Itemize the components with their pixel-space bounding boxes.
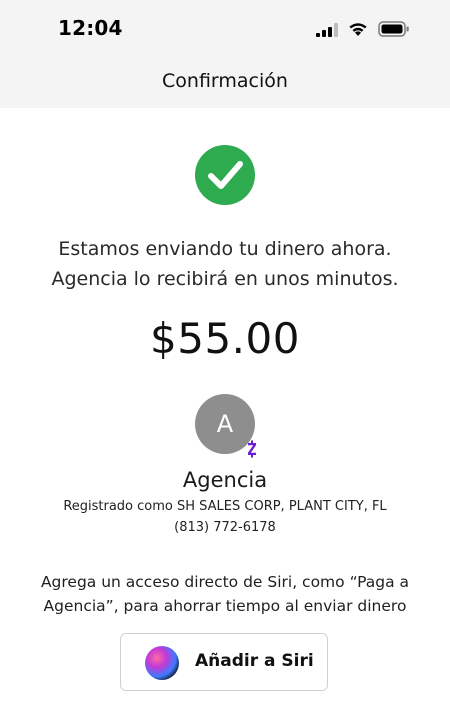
check-circle-icon <box>195 145 255 205</box>
top-header-area: 12:04 Confirmación <box>0 0 450 108</box>
confirmation-message-line1: Estamos enviando tu dinero ahora. <box>58 238 392 260</box>
avatar-initial: A <box>216 410 234 438</box>
status-time: 12:04 <box>58 16 123 40</box>
add-to-siri-button[interactable]: Añadir a Siri <box>120 633 328 691</box>
recipient-registration: Registrado como SH SALES CORP, PLANT CIT… <box>63 499 387 514</box>
recipient-phone: (813) 772-6178 <box>174 520 276 535</box>
amount-sent: $55.00 <box>150 314 300 363</box>
cellular-signal-icon <box>316 23 338 37</box>
siri-shortcut-prompt: Agrega un acceso directo de Siri, como “… <box>0 570 450 618</box>
zelle-icon <box>248 440 256 458</box>
siri-prompt-line1: Agrega un acceso directo de Siri, como “… <box>40 573 410 591</box>
page-title: Confirmación <box>162 70 288 92</box>
siri-prompt-line2: Agencia”, para ahorrar tiempo al enviar … <box>43 597 407 615</box>
confirmation-message-line2: Agencia lo recibirá en unos minutos. <box>51 268 399 290</box>
siri-icon <box>145 646 179 680</box>
recipient-name: Agencia <box>182 468 268 492</box>
add-to-siri-label: Añadir a Siri <box>195 651 314 671</box>
confirmation-message: Estamos enviando tu dinero ahora. Agenci… <box>0 234 450 294</box>
wifi-icon <box>349 23 367 36</box>
status-bar: 12:04 <box>0 0 450 60</box>
battery-icon <box>378 21 409 37</box>
